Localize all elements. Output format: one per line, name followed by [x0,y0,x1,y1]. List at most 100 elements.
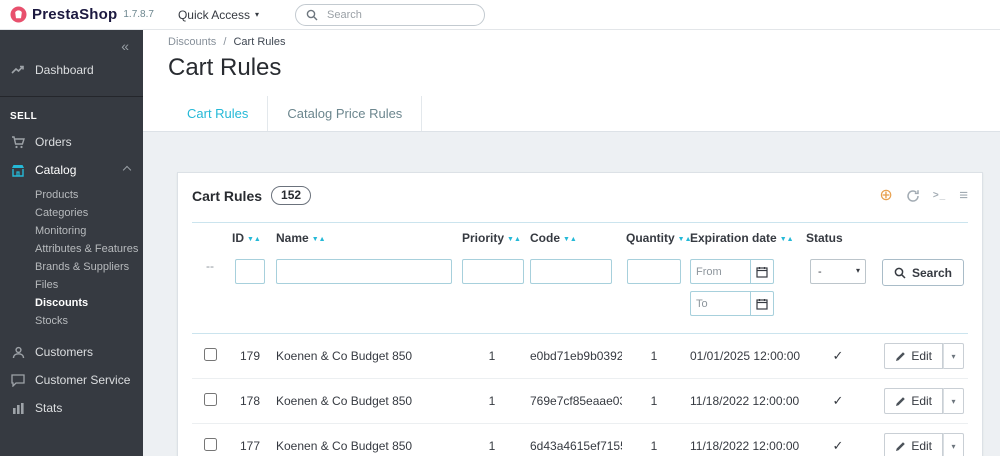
search-icon [306,9,318,21]
column-header-status: Status [802,222,874,253]
cell-id: 177 [228,423,272,456]
column-label: ID [232,231,244,245]
sidebar-item-products[interactable]: Products [0,186,143,204]
sidebar-item-catalog[interactable]: Catalog [0,156,143,184]
pencil-icon [895,396,906,407]
sidebar-item-files[interactable]: Files [0,276,143,294]
page-header: Discounts / Cart Rules Cart Rules [143,30,1000,96]
filter-date-to-input[interactable] [690,291,750,316]
column-header-quantity[interactable]: Quantity ▼▲ [622,222,692,253]
column-header-checkbox [192,222,228,253]
row-checkbox[interactable] [203,393,217,406]
sidebar-item-monitoring[interactable]: Monitoring [0,222,143,240]
main-content: Discounts / Cart Rules Cart Rules Cart R… [143,30,1000,456]
cell-priority: 1 [458,333,526,379]
sidebar-collapse-button[interactable]: « [0,30,143,56]
cell-priority: 1 [458,423,526,456]
filter-code-input[interactable] [530,259,612,284]
record-count-badge: 152 [271,186,312,205]
sidebar-item-stats[interactable]: Stats [0,394,143,422]
sort-icon[interactable]: ▼▲ [247,236,261,243]
edit-label: Edit [911,349,932,363]
breadcrumb-discounts[interactable]: Discounts [168,36,216,48]
row-checkbox[interactable] [203,438,217,451]
column-header-actions [874,222,968,253]
cell-expiration: 11/18/2022 12:00:00 [686,423,802,456]
sidebar-item-label: Customers [35,345,94,359]
tab-cart-rules[interactable]: Cart Rules [168,96,269,131]
edit-dropdown-button[interactable]: ▾ [943,433,964,456]
edit-button[interactable]: Edit [884,343,943,369]
filter-status-select[interactable]: - [810,259,866,284]
sort-icon[interactable]: ▼▲ [563,236,577,243]
filter-date-from [690,259,774,284]
column-header-id[interactable]: ID ▼▲ [228,222,272,253]
table-row: 179 Koenen & Co Budget 850 1 e0bd71eb9b0… [192,333,968,379]
filter-empty-mark: -- [206,259,214,273]
filter-name-input[interactable] [276,259,452,284]
status-check-icon[interactable]: ✓ [802,378,874,424]
sidebar-item-brands-suppliers[interactable]: Brands & Suppliers [0,258,143,276]
calendar-icon[interactable] [750,291,774,316]
sidebar: « Dashboard SELL Orders Catalog Products… [0,30,143,456]
sidebar-item-customer-service[interactable]: Customer Service [0,366,143,394]
breadcrumb-separator: / [223,36,227,48]
row-actions: Edit ▾ [884,433,964,456]
quick-access-label: Quick Access [177,7,250,22]
row-checkbox[interactable] [203,348,217,361]
sidebar-section-sell: SELL [0,96,143,128]
filter-row: -- From To - ▾ Search [192,253,968,334]
panel-toolbar: ⊕ >_ ≡ [879,187,968,204]
breadcrumb: Discounts / Cart Rules [168,36,1000,48]
global-search-input[interactable] [325,7,474,22]
tab-catalog-price-rules[interactable]: Catalog Price Rules [268,96,423,131]
filter-quantity-input[interactable] [627,259,681,284]
status-check-icon[interactable]: ✓ [802,333,874,379]
edit-label: Edit [911,439,932,453]
calendar-icon[interactable] [750,259,774,284]
column-header-code[interactable]: Code ▼▲ [526,222,622,253]
search-button[interactable]: Search [881,259,964,286]
sidebar-item-dashboard[interactable]: Dashboard [0,56,143,84]
panel-title: Cart Rules [192,187,263,204]
status-check-icon[interactable]: ✓ [802,423,874,456]
sidebar-item-orders[interactable]: Orders [0,128,143,156]
filter-id-input[interactable] [235,259,265,284]
sql-query-icon[interactable]: >_ [933,190,946,201]
sidebar-item-label: Orders [35,135,72,149]
sidebar-item-stocks[interactable]: Stocks [0,312,143,330]
column-header-expiration[interactable]: Expiration date ▼▲ [686,222,802,253]
column-header-priority[interactable]: Priority ▼▲ [458,222,526,253]
edit-button[interactable]: Edit [884,388,943,414]
sidebar-item-categories[interactable]: Categories [0,204,143,222]
cell-expiration: 11/18/2022 12:00:00 [686,378,802,424]
sort-icon[interactable]: ▼▲ [507,236,521,243]
column-label: Expiration date [690,231,777,245]
catalog-submenu: Products Categories Monitoring Attribute… [0,186,143,330]
sort-icon[interactable]: ▼▲ [312,236,326,243]
sort-icon[interactable]: ▼▲ [780,236,794,243]
filter-date-from-input[interactable] [690,259,750,284]
sidebar-item-attributes-features[interactable]: Attributes & Features [0,240,143,258]
filter-priority-input[interactable] [462,259,524,284]
sidebar-item-customers[interactable]: Customers [0,338,143,366]
column-header-name[interactable]: Name ▼▲ [272,222,458,253]
column-label: Code [530,231,560,245]
edit-dropdown-button[interactable]: ▾ [943,388,964,414]
caret-down-icon: ▾ [951,396,956,406]
edit-dropdown-button[interactable]: ▾ [943,343,964,369]
dashboard-icon [10,63,26,77]
pencil-icon [895,351,906,362]
refresh-icon[interactable] [906,189,920,203]
search-button-label: Search [911,265,952,280]
add-new-icon[interactable]: ⊕ [879,187,892,204]
filter-date-to [690,291,774,316]
sidebar-item-discounts[interactable]: Discounts [0,294,143,312]
export-icon[interactable]: ≡ [959,188,968,203]
column-label: Status [806,231,843,245]
quick-access-menu[interactable]: Quick Access ▾ [178,8,259,22]
edit-button[interactable]: Edit [884,433,943,456]
tab-bar: Cart Rules Catalog Price Rules [143,96,1000,132]
sidebar-item-label: Dashboard [35,63,94,77]
global-search[interactable] [295,3,485,26]
